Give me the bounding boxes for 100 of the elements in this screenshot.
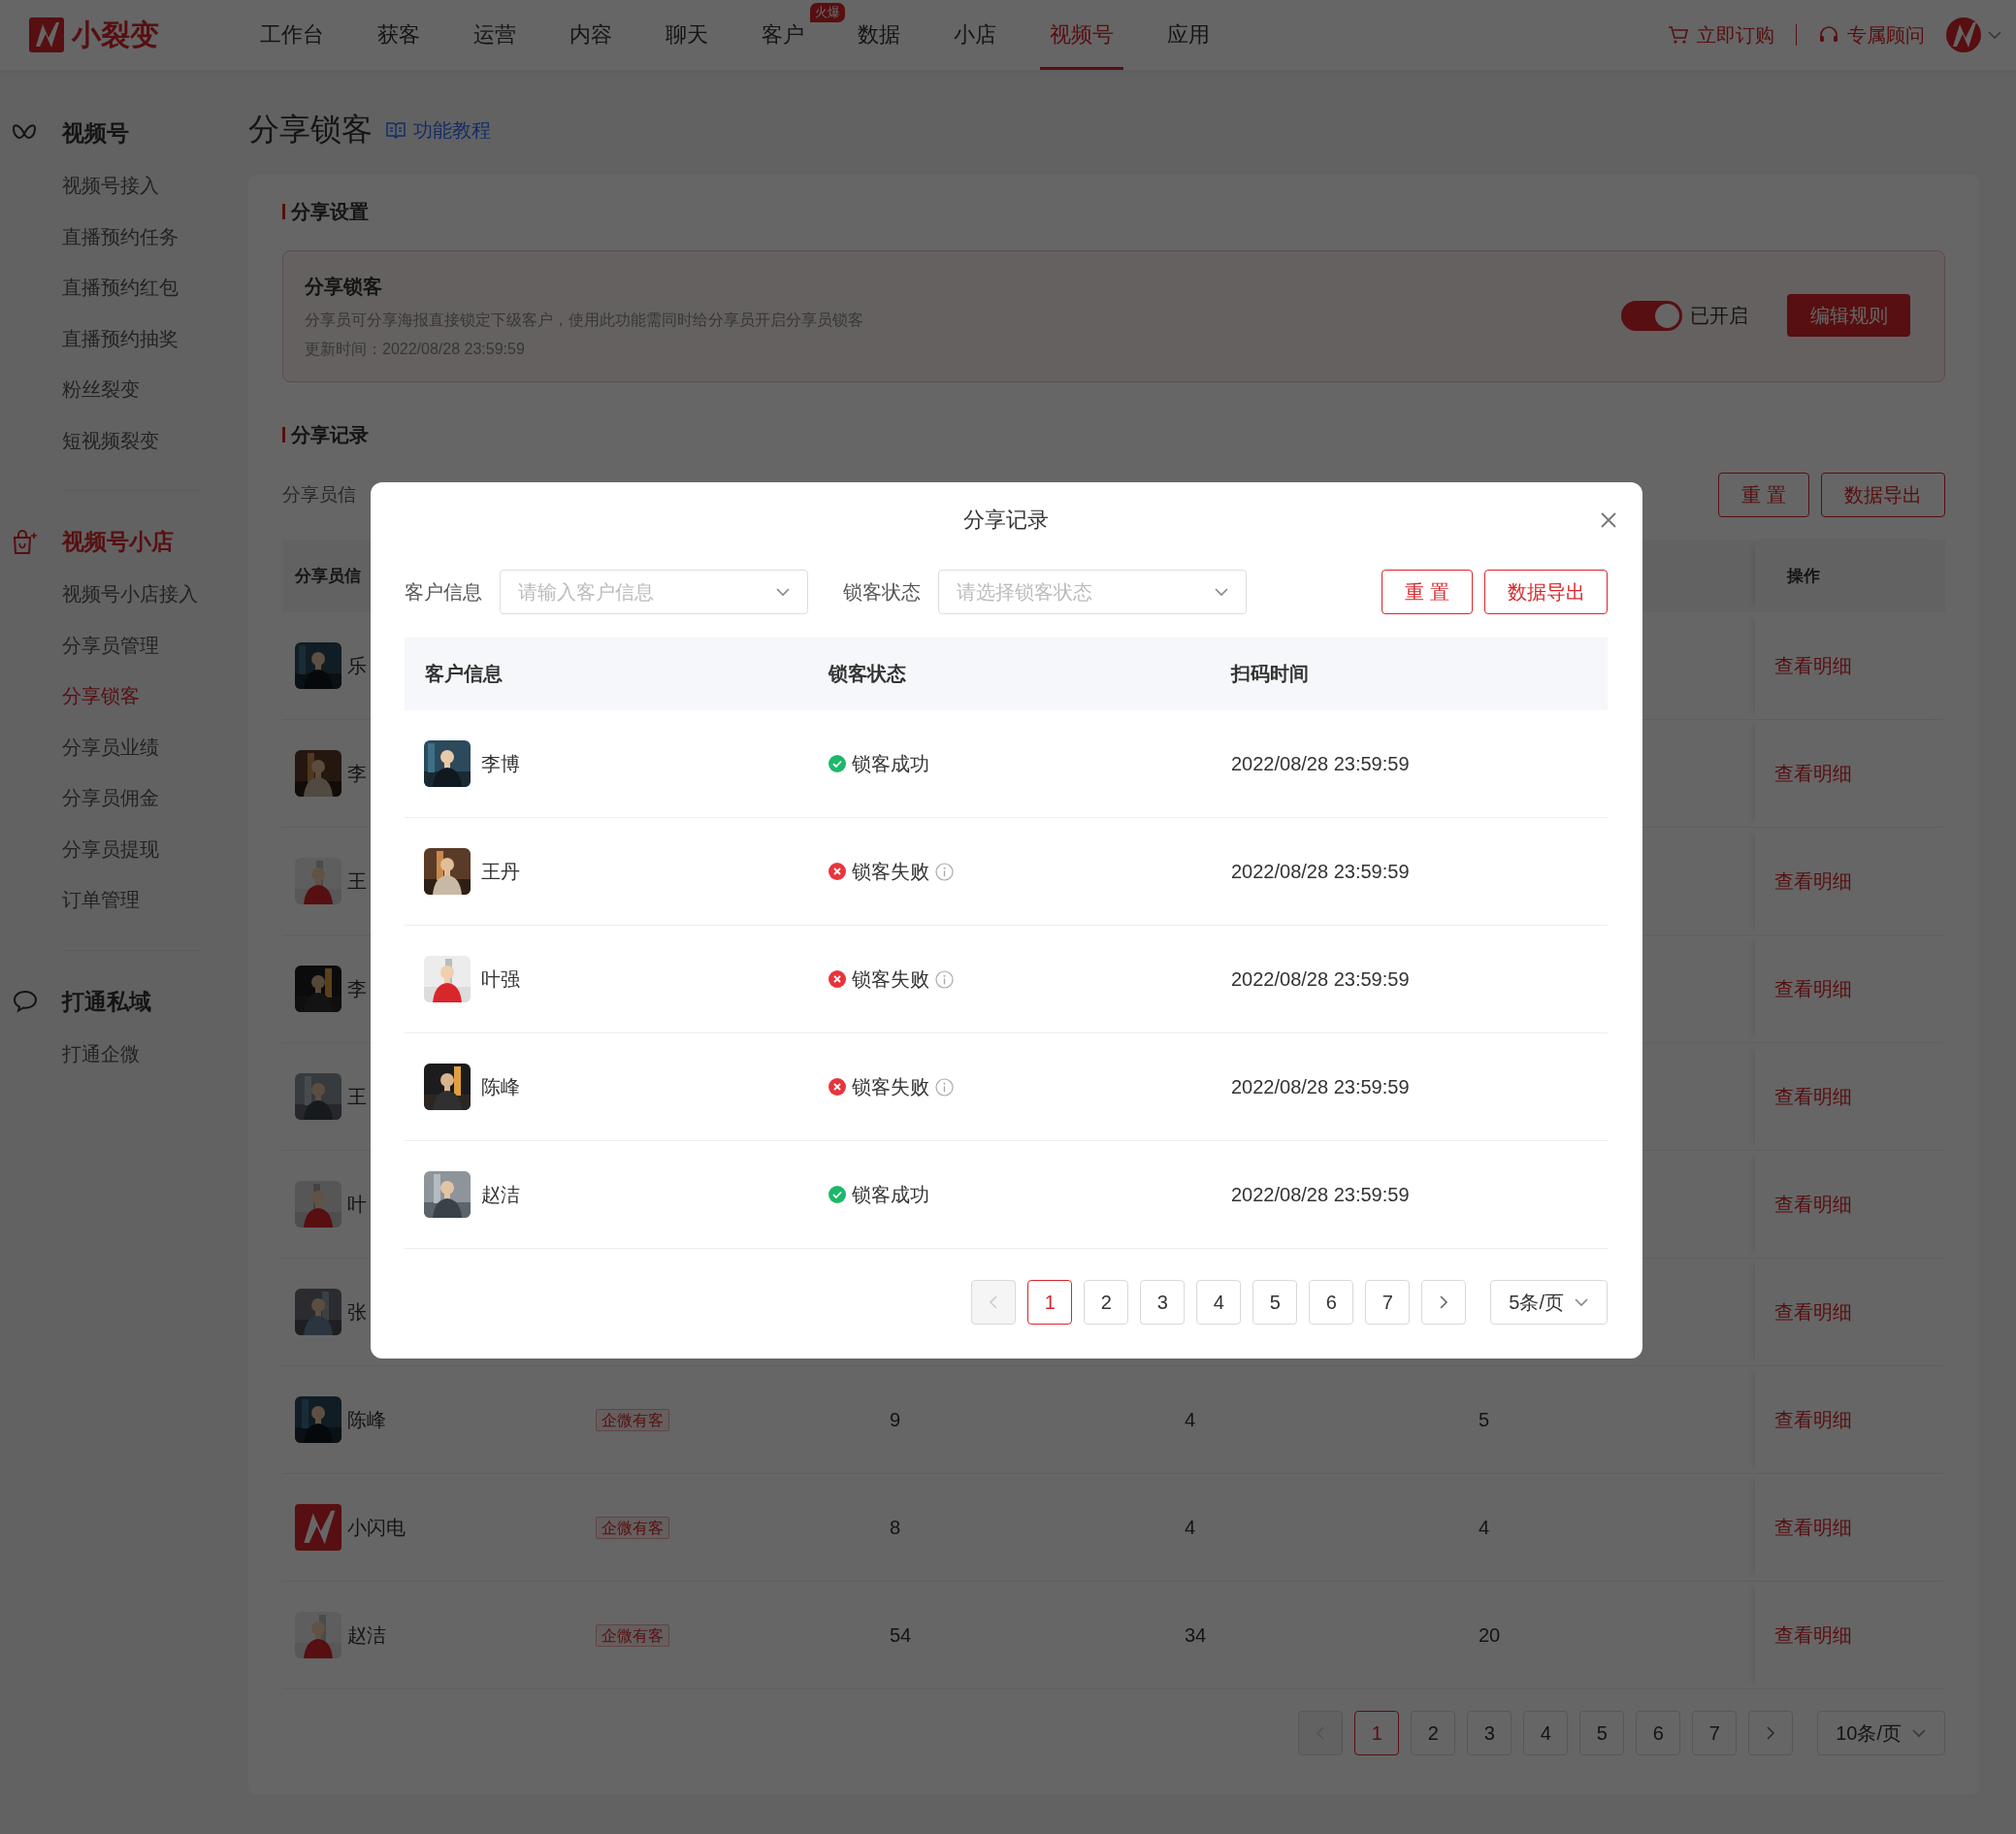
toggle-switch[interactable] (1621, 300, 1682, 331)
sidebar-item[interactable]: 粉丝裂变 (0, 364, 147, 415)
view-details-link[interactable]: 查看明细 (1774, 760, 1852, 787)
info-icon[interactable] (935, 862, 954, 881)
section-title: 分享记录 (291, 422, 369, 447)
reset-button[interactable]: 重 置 (1718, 473, 1809, 517)
chevron-right-icon (1766, 1725, 1776, 1741)
page-button[interactable]: 7 (1365, 1280, 1411, 1325)
tag: 企微有客 (596, 1624, 669, 1647)
page-button[interactable]: 3 (1467, 1711, 1512, 1755)
view-details-link[interactable]: 查看明细 (1774, 1621, 1852, 1649)
page-button[interactable]: 1 (1354, 1711, 1400, 1755)
table-cell-text: 叶强 (481, 966, 520, 992)
table-cell: 2022/08/28 23:59:59 (1231, 1075, 1410, 1097)
close-icon[interactable] (1600, 511, 1617, 529)
view-details-link[interactable]: 查看明细 (1774, 1406, 1852, 1433)
status-text: 锁客失败 (852, 1074, 929, 1099)
page-button[interactable]: 1 (1027, 1280, 1073, 1325)
nav-tab[interactable]: 内容 (560, 0, 622, 70)
table-cell-text: 乐 (347, 653, 367, 678)
next-page-button[interactable] (1421, 1280, 1467, 1325)
column-header: 分享员信 (294, 566, 362, 587)
sidebar-item[interactable]: 直播预约任务 (0, 211, 186, 262)
settings-title: 分享锁客 (305, 275, 383, 299)
nav-tab[interactable]: 运营 (464, 0, 526, 70)
sidebar-item[interactable]: 分享员佣金 (0, 772, 167, 824)
chevron-down-icon (1911, 1728, 1927, 1738)
page-button[interactable]: 2 (1411, 1711, 1456, 1755)
next-page-button[interactable] (1748, 1711, 1794, 1755)
tutorial-link[interactable]: 功能教程 (386, 116, 491, 144)
nav-tab[interactable]: 工作台 (250, 0, 334, 70)
advisor-link[interactable]: 专属顾问 (1818, 21, 1925, 49)
book-icon (386, 121, 406, 139)
nav-tab[interactable]: 视频号 (1040, 0, 1123, 70)
page-button[interactable]: 5 (1252, 1280, 1298, 1325)
table-cell-text: 李博 (481, 751, 520, 776)
view-details-link[interactable]: 查看明细 (1774, 1191, 1852, 1218)
nav-tab[interactable]: 获客 (368, 0, 430, 70)
page-button[interactable]: 4 (1523, 1711, 1569, 1755)
page-button[interactable]: 2 (1084, 1280, 1129, 1325)
view-details-link[interactable]: 查看明细 (1774, 868, 1852, 895)
chat-icon (12, 989, 39, 1014)
sidebar-item[interactable]: 短视频裂变 (0, 414, 167, 466)
page-button[interactable]: 7 (1692, 1711, 1738, 1755)
chevron-down-icon (1214, 587, 1229, 597)
table-cell: 2022/08/28 23:59:59 (1231, 967, 1410, 990)
sidebar-item[interactable]: 分享员业绩 (0, 721, 167, 772)
page-button[interactable]: 4 (1196, 1280, 1242, 1325)
table-cell-text: 赵洁 (347, 1622, 386, 1648)
nav-tab[interactable]: 小店 (944, 0, 1006, 70)
page-size-select[interactable]: 10条/页 (1817, 1711, 1945, 1755)
chevron-right-icon (1439, 1294, 1449, 1310)
view-details-link[interactable]: 查看明细 (1774, 1514, 1852, 1541)
select-field[interactable]: 请输入客户信息 (500, 570, 808, 614)
sidebar-item[interactable]: 分享锁客 (0, 671, 147, 722)
table-cell: 2022/08/28 23:59:59 (1231, 860, 1410, 882)
table-cell: 20 (1479, 1623, 1501, 1646)
page-size-select[interactable]: 5条/页 (1490, 1280, 1608, 1325)
table-cell-text: 陈峰 (481, 1074, 520, 1099)
table-cell-text: 李 (347, 976, 367, 1001)
sidebar-group-title: 视频号小店 (62, 528, 174, 556)
sidebar-item[interactable]: 视频号小店接入 (0, 569, 206, 620)
export-button[interactable]: 数据导出 (1821, 473, 1945, 517)
view-details-link[interactable]: 查看明细 (1774, 652, 1852, 679)
view-details-link[interactable]: 查看明细 (1774, 1083, 1852, 1110)
section-title: 分享设置 (291, 199, 369, 224)
sidebar-item[interactable]: 打通企微 (0, 1028, 147, 1079)
view-details-link[interactable]: 查看明细 (1774, 1298, 1852, 1326)
dialog-title: 分享记录 (963, 507, 1049, 534)
nav-tab[interactable]: 数据 (848, 0, 910, 70)
hot-badge: 火爆 (810, 3, 845, 22)
avatar-icon (1946, 17, 1981, 52)
column-header: 扫码时间 (1229, 662, 1310, 686)
reset-button[interactable]: 重 置 (1382, 570, 1473, 614)
edit-rules-button[interactable]: 编辑规则 (1787, 294, 1910, 337)
sidebar-item[interactable]: 分享员提现 (0, 823, 167, 874)
brand-name: 小裂变 (72, 16, 159, 52)
nav-tab[interactable]: 聊天 (656, 0, 718, 70)
info-icon[interactable] (935, 1077, 954, 1097)
account-menu[interactable] (1946, 17, 2002, 52)
logo-icon (295, 1504, 341, 1551)
view-details-link[interactable]: 查看明细 (1774, 975, 1852, 1002)
page-button[interactable]: 6 (1636, 1711, 1681, 1755)
nav-tab[interactable]: 应用 (1157, 0, 1219, 70)
page-button[interactable]: 6 (1309, 1280, 1354, 1325)
page-button[interactable]: 5 (1579, 1711, 1625, 1755)
sidebar-item[interactable]: 视频号接入 (0, 160, 167, 212)
order-link[interactable]: 立即订购 (1668, 21, 1774, 49)
logo-icon (29, 17, 64, 52)
page-button[interactable]: 3 (1140, 1280, 1186, 1325)
select-field[interactable]: 请选择锁客状态 (938, 570, 1247, 614)
info-icon[interactable] (935, 969, 954, 989)
sidebar-group-title: 视频号 (62, 119, 129, 147)
export-button[interactable]: 数据导出 (1484, 570, 1608, 614)
sidebar-item[interactable]: 分享员管理 (0, 619, 167, 671)
sidebar-item[interactable]: 直播预约红包 (0, 262, 186, 313)
sidebar-item[interactable]: 直播预约抽奖 (0, 312, 186, 364)
table-cell: 4 (1479, 1516, 1490, 1538)
sidebar-item[interactable]: 订单管理 (0, 874, 147, 926)
filter-label: 分享员信 (282, 483, 356, 507)
